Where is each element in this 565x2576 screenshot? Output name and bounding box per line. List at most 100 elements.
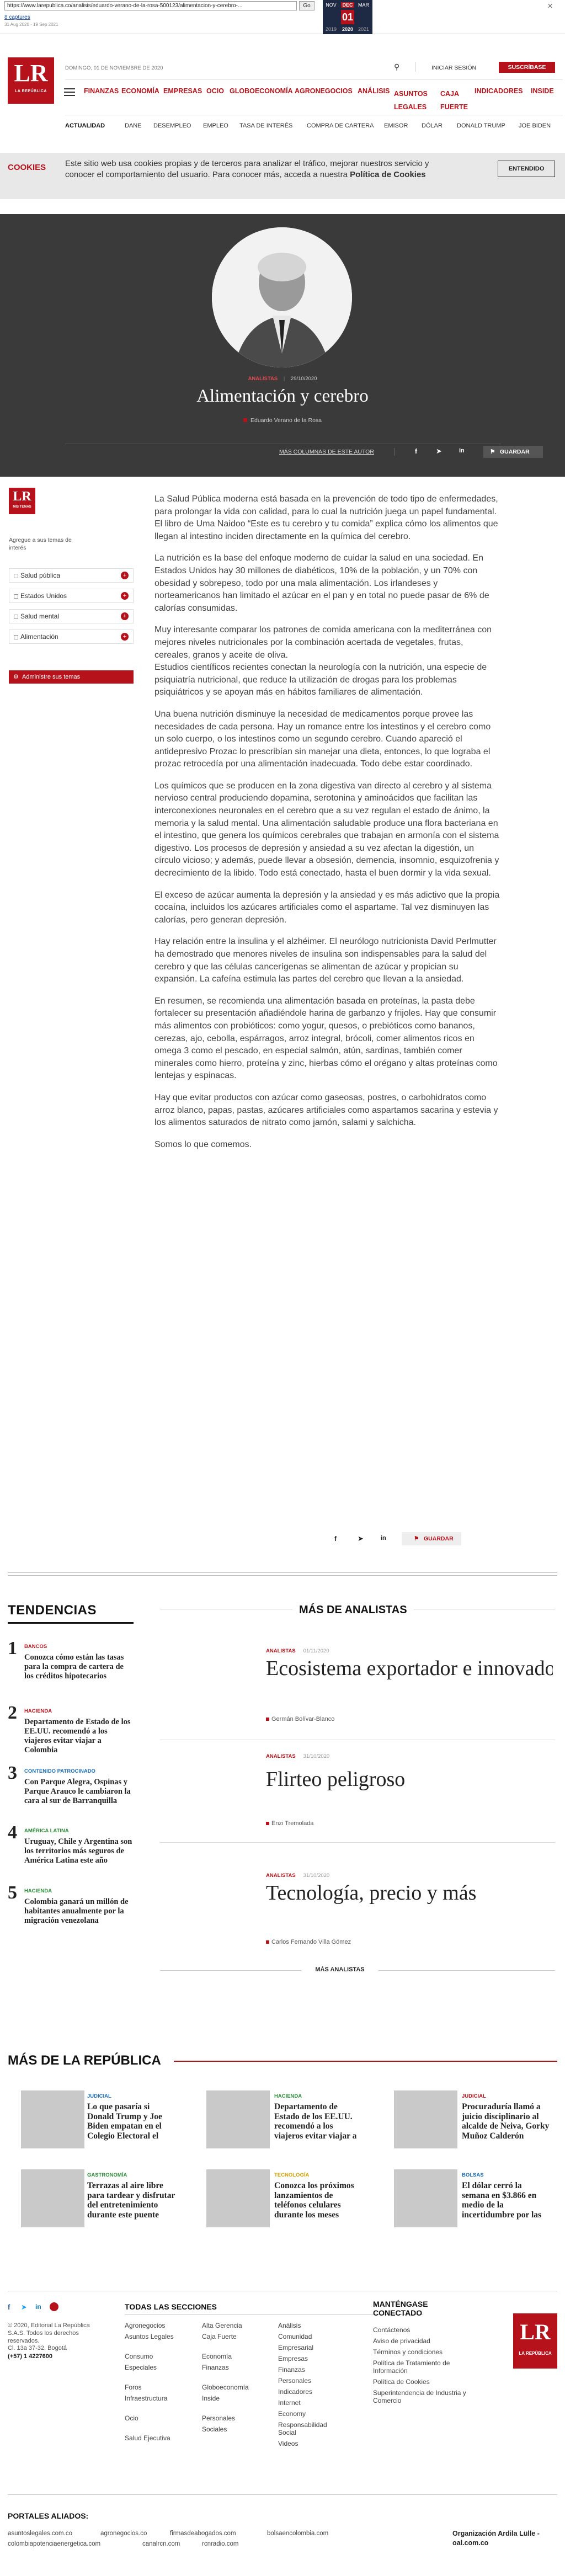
hero-author[interactable]: Eduardo Verano de la Rosa bbox=[0, 417, 565, 424]
card-category[interactable]: GASTRONOMÍA bbox=[87, 2172, 127, 2178]
tag-estados-unidos[interactable]: Estados Unidos + bbox=[9, 589, 134, 603]
linkedin-icon[interactable]: in bbox=[35, 2303, 41, 2311]
card-category[interactable]: JUDICIAL bbox=[87, 2093, 111, 2099]
footer-link[interactable]: Política de Tratamiento de Información bbox=[373, 2359, 483, 2375]
facebook-icon[interactable]: f bbox=[415, 447, 417, 455]
organization-link[interactable]: Organización Ardila Lülle - oal.com.co bbox=[452, 2529, 557, 2548]
tag-salud-publica[interactable]: Salud pública + bbox=[9, 568, 134, 583]
card-image[interactable] bbox=[206, 2090, 270, 2148]
trend-title[interactable]: Conozca cómo están las tasas para la com… bbox=[24, 1653, 135, 1681]
analistas-category[interactable]: ANALISTAS 31/10/2020 bbox=[266, 1753, 329, 1759]
analistas-author[interactable]: Germán Bolívar-Blanco bbox=[266, 1716, 334, 1722]
card-image[interactable] bbox=[21, 2169, 84, 2227]
analistas-author[interactable]: Carlos Fernando Villa Gómez bbox=[266, 1939, 351, 1945]
card-category[interactable]: BOLSAS bbox=[462, 2172, 484, 2178]
search-icon[interactable]: ⚲ bbox=[394, 62, 399, 72]
card-image[interactable] bbox=[21, 2090, 84, 2148]
portal-link[interactable]: bolsaencolombia.com bbox=[267, 2530, 328, 2537]
footer-link[interactable]: Caja Fuerte bbox=[202, 2333, 263, 2340]
card-image[interactable] bbox=[394, 2169, 457, 2227]
footer-link[interactable]: Ocio bbox=[125, 2414, 185, 2422]
footer-link[interactable]: Empresas bbox=[278, 2355, 344, 2362]
card-title[interactable]: Terrazas al aire libre para tardear y di… bbox=[87, 2181, 175, 2220]
portal-link[interactable]: agronegocios.co bbox=[100, 2530, 147, 2537]
footer-link[interactable]: Indicadores bbox=[278, 2388, 344, 2396]
nav-analisis[interactable]: ANÁLISIS bbox=[358, 87, 390, 95]
card-title[interactable]: El dólar cerró la semana en $3.866 en me… bbox=[462, 2181, 550, 2220]
footer-link[interactable]: Economy bbox=[278, 2410, 344, 2418]
footer-link[interactable]: Asuntos Legales bbox=[125, 2333, 185, 2340]
portal-link[interactable]: asuntoslegales.com.co bbox=[8, 2530, 72, 2537]
analistas-author[interactable]: Enzi Tremolada bbox=[266, 1820, 313, 1827]
facebook-icon[interactable]: f bbox=[334, 1535, 337, 1543]
save-button-bottom[interactable]: ⚑ GUARDAR bbox=[402, 1532, 461, 1545]
trend-empleo[interactable]: EMPLEO bbox=[203, 122, 228, 129]
trend-emisor[interactable]: EMISOR bbox=[384, 122, 408, 129]
portal-link[interactable]: colombiapotenciaenergetica.com bbox=[8, 2541, 100, 2547]
trend-category[interactable]: BANCOS bbox=[24, 1644, 47, 1650]
footer-link[interactable]: Economía bbox=[202, 2353, 263, 2360]
facebook-icon[interactable]: f bbox=[8, 2303, 10, 2311]
card-title[interactable]: Departamento de Estado de los EE.UU. rec… bbox=[274, 2102, 363, 2141]
portal-link[interactable]: rcnradio.com bbox=[202, 2541, 238, 2547]
footer-link[interactable]: Personales bbox=[202, 2414, 263, 2422]
author-name[interactable]: Eduardo Verano de la Rosa bbox=[250, 417, 322, 424]
save-button[interactable]: ⚑ GUARDAR bbox=[483, 446, 543, 458]
footer-link[interactable]: Términos y condiciones bbox=[373, 2348, 483, 2356]
wayback-year-prev[interactable]: 2019 bbox=[325, 26, 337, 32]
footer-link[interactable]: Contáctenos bbox=[373, 2326, 483, 2334]
trend-category[interactable]: CONTENIDO PATROCINADO bbox=[24, 1768, 95, 1774]
footer-link[interactable]: Videos bbox=[278, 2440, 344, 2447]
trend-dane[interactable]: DANE bbox=[125, 122, 142, 129]
footer-link[interactable]: Política de Cookies bbox=[373, 2378, 483, 2386]
footer-link[interactable]: Finanzas bbox=[202, 2364, 263, 2371]
footer-link[interactable]: Personales bbox=[278, 2377, 344, 2385]
cookie-accept-button[interactable]: ENTENDIDO bbox=[498, 161, 555, 177]
subscribe-button[interactable]: SUSCRÍBASE bbox=[499, 62, 555, 73]
footer-link[interactable]: Globoeconomía bbox=[202, 2383, 263, 2391]
nav-agronegocios[interactable]: AGRONEGOCIOS bbox=[295, 87, 353, 95]
footer-link[interactable]: Empresarial bbox=[278, 2344, 344, 2351]
tag-salud-mental[interactable]: Salud mental + bbox=[9, 609, 134, 623]
add-icon[interactable]: + bbox=[121, 572, 129, 579]
linkedin-icon[interactable]: in bbox=[459, 447, 465, 454]
footer-logo[interactable]: LR LA REPÚBLICA bbox=[513, 2313, 557, 2369]
card-title[interactable]: Conozca los próximos lanzamientos de tel… bbox=[274, 2181, 363, 2220]
analistas-category[interactable]: ANALISTAS 31/10/2020 bbox=[266, 1873, 329, 1879]
footer-link[interactable]: Inside bbox=[202, 2394, 263, 2402]
wayback-captures-link[interactable]: 8 captures bbox=[4, 14, 30, 20]
manage-topics-button[interactable]: ⚙ Administre sus temas bbox=[9, 670, 134, 684]
twitter-icon[interactable]: ➤ bbox=[358, 1534, 364, 1543]
trend-title[interactable]: Uruguay, Chile y Argentina son los terri… bbox=[24, 1837, 135, 1865]
trend-actualidad[interactable]: ACTUALIDAD bbox=[65, 122, 105, 129]
login-link[interactable]: INICIAR SESIÓN bbox=[431, 65, 476, 71]
more-columns-link[interactable]: MÁS COLUMNAS DE ESTE AUTOR bbox=[279, 449, 374, 455]
trend-title[interactable]: Con Parque Alegra, Ospinas y Parque Arau… bbox=[24, 1778, 135, 1806]
card-image[interactable] bbox=[206, 2169, 270, 2227]
trend-desempleo[interactable]: DESEMPLEO bbox=[153, 122, 191, 129]
nav-caja-fuerte[interactable]: CAJA FUERTE bbox=[440, 87, 468, 114]
footer-link[interactable]: Infraestructura bbox=[125, 2394, 185, 2402]
nav-inside[interactable]: INSIDE bbox=[531, 87, 554, 95]
nav-globoeconomia[interactable]: GLOBOECONOMÍA bbox=[230, 87, 293, 95]
portal-link[interactable]: firmasdeabogados.com bbox=[170, 2530, 236, 2537]
footer-link[interactable]: Aviso de privacidad bbox=[373, 2337, 483, 2345]
cookie-policy-link[interactable]: Política de Cookies bbox=[350, 170, 426, 179]
trend-joe-biden[interactable]: JOE BIDEN bbox=[519, 122, 551, 129]
trend-category[interactable]: HACIENDA bbox=[24, 1708, 52, 1714]
analistas-title[interactable]: Flirteo peligroso bbox=[266, 1768, 553, 1790]
trend-category[interactable]: HACIENDA bbox=[24, 1888, 52, 1894]
analistas-category[interactable]: ANALISTAS 01/11/2020 bbox=[266, 1648, 329, 1654]
card-category[interactable]: HACIENDA bbox=[274, 2093, 302, 2099]
wayback-month-next[interactable]: MAR bbox=[358, 2, 370, 8]
footer-link[interactable]: Foros bbox=[125, 2383, 185, 2391]
twitter-icon[interactable]: ➤ bbox=[21, 2303, 27, 2312]
trend-category[interactable]: AMÉRICA LATINA bbox=[24, 1828, 69, 1834]
nav-finanzas[interactable]: FINANZAS bbox=[84, 87, 119, 95]
card-category[interactable]: TECNOLOGÍA bbox=[274, 2172, 309, 2178]
card-image[interactable] bbox=[394, 2090, 457, 2148]
instagram-icon[interactable] bbox=[50, 2302, 58, 2311]
wayback-year-next[interactable]: 2021 bbox=[358, 26, 370, 32]
hero-category[interactable]: ANALISTAS bbox=[248, 376, 278, 382]
trend-title[interactable]: Departamento de Estado de los EE.UU. rec… bbox=[24, 1718, 135, 1755]
